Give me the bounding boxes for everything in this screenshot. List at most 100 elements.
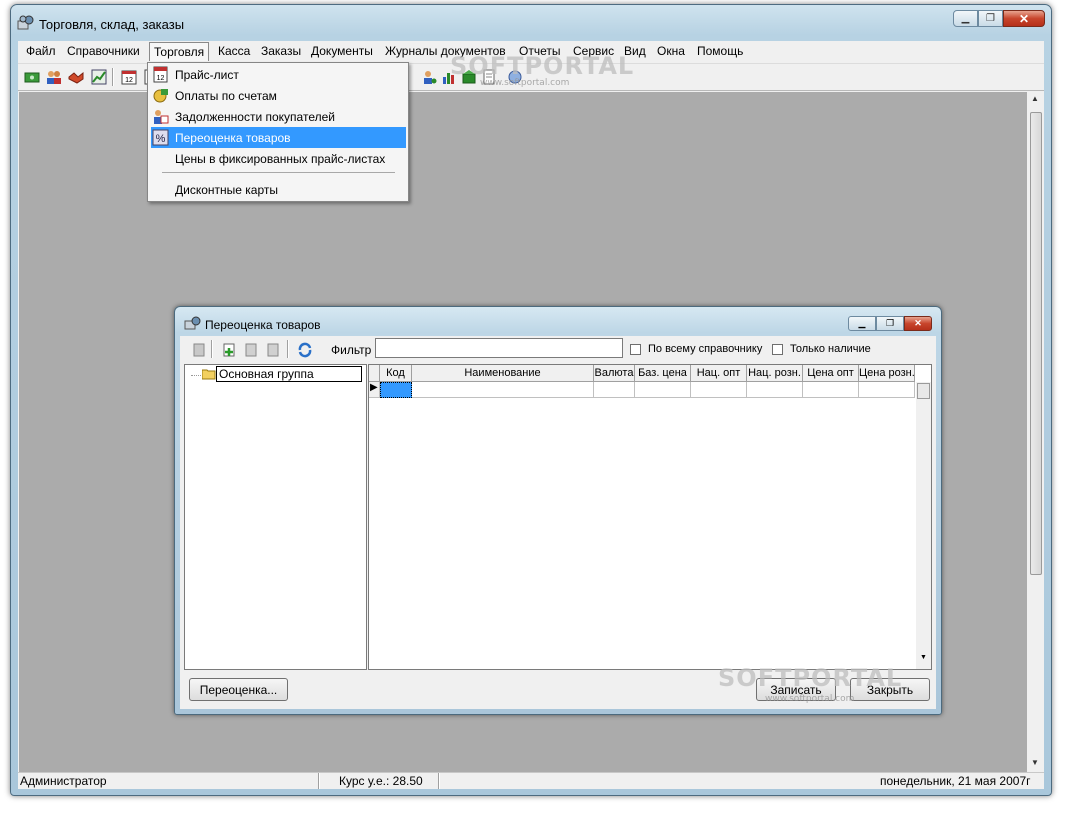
column-header-base-price[interactable]: Баз. цена (635, 365, 691, 382)
child-minimize-button[interactable]: ▁ (848, 316, 876, 331)
menu-orders[interactable]: Заказы (261, 44, 301, 58)
status-divider (438, 773, 440, 789)
grid-cell[interactable] (691, 382, 747, 398)
scroll-up-icon[interactable]: ▲ (1031, 94, 1039, 103)
delete-icon[interactable] (191, 342, 207, 358)
menu-cash[interactable]: Касса (218, 44, 250, 58)
child-window-icon (184, 316, 201, 330)
menu-separator (162, 172, 395, 173)
revaluation-window: Переоценка товаров ▁ ❐ ✕ Фильтр По всему… (174, 306, 942, 715)
all-catalog-checkbox[interactable] (630, 344, 641, 355)
maximize-button[interactable]: ❐ (978, 10, 1003, 27)
goods-grid[interactable]: Код Наименование Валюта Баз. цена Нац. о… (368, 364, 932, 670)
debts-icon (154, 110, 169, 124)
price-list-icon: 12 (153, 66, 168, 83)
row-indicator: ▶ (369, 382, 380, 398)
menu-windows[interactable]: Окна (657, 44, 685, 58)
scrollbar-thumb[interactable] (1030, 112, 1042, 575)
grid-indicator-header (369, 365, 380, 382)
menu-file[interactable]: Файл (26, 44, 56, 58)
tree-node-main-group[interactable]: Основная группа (216, 366, 362, 382)
user-config-icon[interactable] (421, 69, 437, 85)
menu-trade[interactable]: Торговля (149, 42, 210, 61)
svg-text:12: 12 (125, 77, 133, 84)
minimize-button[interactable]: ▁ (953, 10, 978, 27)
close-icon: ✕ (1018, 11, 1030, 26)
money-icon[interactable] (24, 69, 40, 85)
status-rate: Курс у.е.: 28.50 (339, 774, 423, 788)
grid-cell-selected[interactable] (380, 382, 412, 398)
vertical-scrollbar[interactable]: ▲ ▼ (1029, 92, 1044, 772)
column-header-name[interactable]: Наименование (412, 365, 594, 382)
app-icon (17, 15, 34, 30)
menu-item-discount-cards[interactable]: Дисконтные карты (151, 179, 406, 200)
window-title: Торговля, склад, заказы (39, 17, 185, 32)
filter-label: Фильтр (331, 343, 372, 357)
minimize-icon: ▁ (858, 318, 866, 328)
trade-dropdown-menu: 12 Прайс-лист Оплаты по счетам Задолженн… (147, 62, 409, 202)
menu-item-payments[interactable]: Оплаты по счетам (151, 85, 406, 106)
status-bar: Администратор Курс у.е.: 28.50 понедельн… (18, 772, 1044, 789)
group-tree[interactable]: Основная группа (184, 364, 367, 670)
menu-item-fixed-prices[interactable]: Цены в фиксированных прайс-листах (151, 148, 406, 169)
watermark-url: www.softportal.com (765, 694, 855, 704)
add-icon[interactable] (221, 342, 237, 358)
scroll-down-icon[interactable]: ▼ (920, 654, 927, 661)
status-date: понедельник, 21 мая 2007г (880, 774, 1031, 788)
grid-cell[interactable] (859, 382, 915, 398)
in-stock-checkbox[interactable] (772, 344, 783, 355)
column-header-price-wholesale[interactable]: Цена опт (803, 365, 859, 382)
title-bar[interactable]: Торговля, склад, заказы ▁ ❐ ✕ (11, 5, 1051, 41)
restore-icon: ❐ (986, 13, 995, 24)
column-header-markup-retail[interactable]: Нац. розн. (747, 365, 803, 382)
folder-icon (202, 369, 216, 380)
child-window-controls: ▁ ❐ ✕ (848, 316, 932, 331)
column-header-code[interactable]: Код (380, 365, 412, 382)
menu-item-price-list[interactable]: 12 Прайс-лист (151, 64, 406, 85)
calendar-icon[interactable]: 12 (121, 69, 137, 85)
copy-icon[interactable] (265, 342, 281, 358)
grid-cell[interactable] (412, 382, 594, 398)
grid-cell[interactable] (803, 382, 859, 398)
edit-icon[interactable] (243, 342, 259, 358)
menu-item-debts[interactable]: Задолженности покупателей (151, 106, 406, 127)
grid-scrollbar[interactable]: ▼ (916, 382, 931, 669)
restore-icon: ❐ (885, 318, 895, 328)
column-header-markup-wholesale[interactable]: Нац. опт (691, 365, 747, 382)
close-icon: ✕ (914, 318, 922, 328)
watermark-logo: SOFTPORTAL (450, 52, 635, 80)
menu-item-revaluation[interactable]: % Переоценка товаров (151, 127, 406, 148)
close-button[interactable]: ✕ (1003, 10, 1045, 27)
toolbar-separator (287, 340, 289, 358)
chart-icon[interactable] (91, 69, 107, 85)
current-row-icon: ▶ (370, 382, 378, 393)
minimize-icon: ▁ (961, 13, 970, 24)
refresh-icon[interactable] (297, 342, 313, 358)
column-header-price-retail[interactable]: Цена розн. (859, 365, 915, 382)
watermark-logo: SOFTPORTAL (718, 664, 903, 692)
status-divider (318, 773, 320, 789)
menu-references[interactable]: Справочники (67, 44, 140, 58)
toolbar-separator (112, 68, 114, 86)
status-user: Администратор (20, 774, 107, 788)
revaluation-client: Фильтр По всему справочнику Только налич… (180, 336, 936, 709)
handshake-icon[interactable] (68, 69, 84, 85)
menu-help[interactable]: Помощь (697, 44, 743, 58)
users-icon[interactable] (46, 69, 62, 85)
svg-text:%: % (156, 133, 166, 145)
column-header-currency[interactable]: Валюта (594, 365, 635, 382)
grid-cell[interactable] (594, 382, 635, 398)
grid-cell[interactable] (635, 382, 691, 398)
window-controls: ▁ ❐ ✕ (953, 10, 1045, 27)
revalue-button[interactable]: Переоценка... (189, 678, 288, 701)
scroll-down-icon[interactable]: ▼ (1031, 758, 1039, 767)
grid-scrollbar-thumb[interactable] (917, 383, 930, 399)
filter-input[interactable] (375, 338, 623, 358)
watermark-url: www.softportal.com (480, 78, 570, 88)
child-maximize-button[interactable]: ❐ (876, 316, 904, 331)
grid-cell[interactable] (747, 382, 803, 398)
in-stock-label: Только наличие (790, 343, 871, 355)
menu-documents[interactable]: Документы (311, 44, 373, 58)
child-close-button[interactable]: ✕ (904, 316, 932, 331)
toolbar-separator (211, 340, 213, 358)
